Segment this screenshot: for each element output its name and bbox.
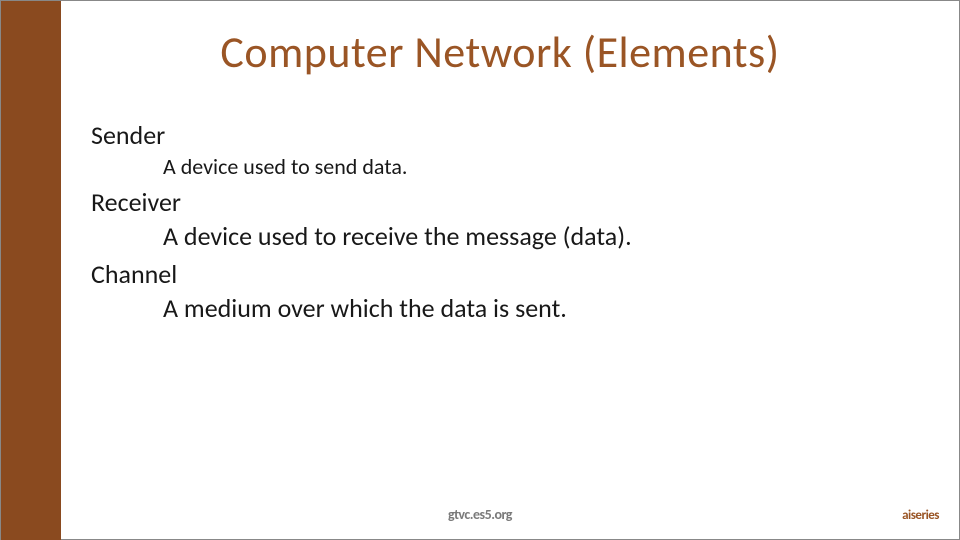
footer-right-text: aiseries <box>902 508 939 523</box>
slide-title: Computer Network (Elements) <box>61 25 939 79</box>
definition-channel: A medium over which the data is sent. <box>163 292 919 324</box>
sidebar-accent-bar <box>1 1 61 540</box>
definition-receiver: A device used to receive the message (da… <box>163 220 919 252</box>
footer-center-text: gtvc.es5.org <box>1 506 959 523</box>
term-sender: Sender <box>91 119 919 151</box>
content-area: Sender A device used to send data. Recei… <box>91 113 919 330</box>
definition-sender: A device used to send data. <box>163 153 919 180</box>
slide: Computer Network (Elements) Sender A dev… <box>0 0 960 540</box>
term-channel: Channel <box>91 258 919 290</box>
term-receiver: Receiver <box>91 186 919 218</box>
